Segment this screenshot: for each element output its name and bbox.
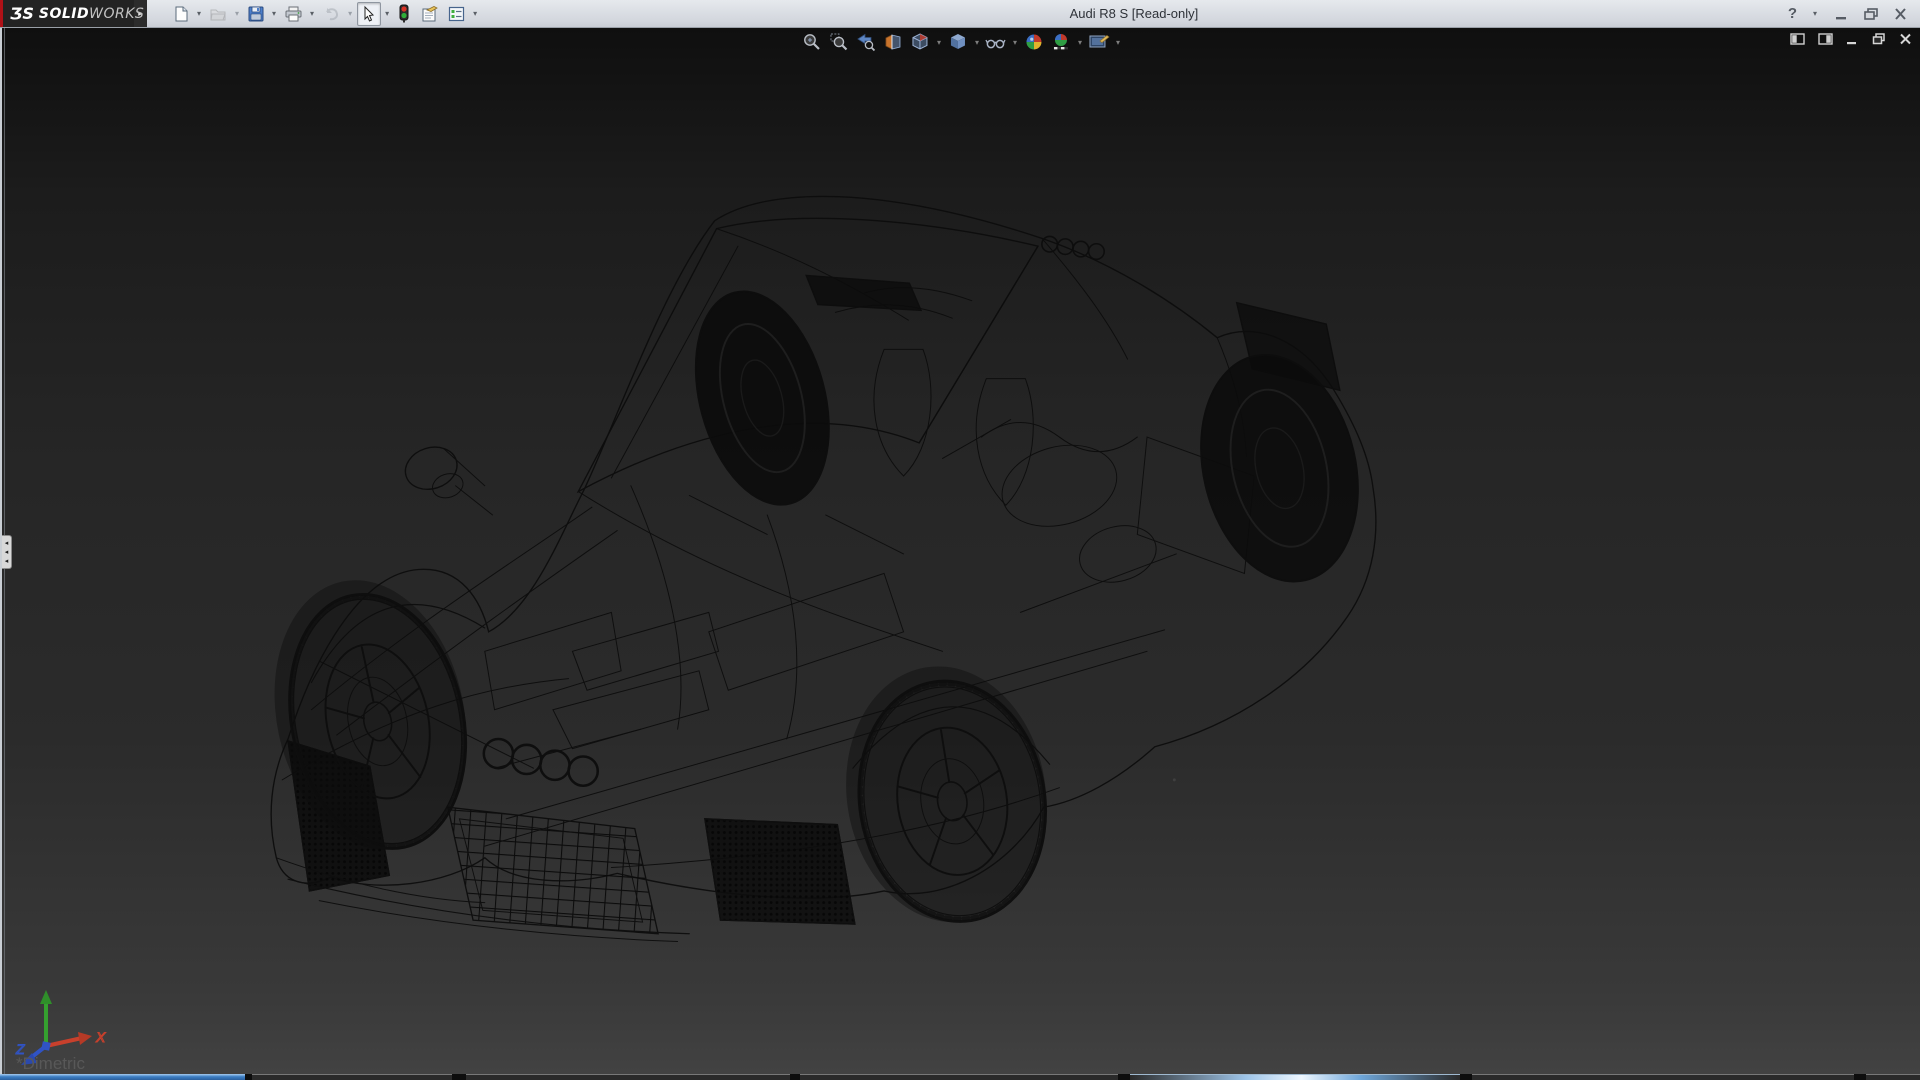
car-wireframe-model [2, 28, 1920, 1074]
open-dropdown: ▾ [233, 9, 242, 18]
help-button[interactable]: ? [1788, 5, 1797, 22]
taskbar-edge [0, 1074, 1920, 1080]
options-checklist-icon [447, 5, 466, 23]
close-button[interactable] [1893, 7, 1908, 21]
save-dropdown[interactable]: ▾ [270, 9, 279, 18]
taskbar-button[interactable] [466, 1074, 790, 1080]
taskbar-button[interactable] [1866, 1074, 1920, 1080]
undo-arrow-icon [322, 5, 341, 23]
help-dropdown[interactable]: ▾ [1811, 9, 1820, 18]
save-button[interactable] [244, 2, 268, 26]
new-dropdown[interactable]: ▾ [195, 9, 204, 18]
taskbar-active-button[interactable] [0, 1074, 245, 1080]
printer-icon [284, 5, 303, 23]
taskbar-button[interactable] [252, 1074, 452, 1080]
minimize-button[interactable] [1834, 7, 1849, 21]
application-titlebar: ƷS SOLIDWORKS ▸ ▾ ▾ [0, 0, 1920, 28]
document-title: Audi R8 S [Read-only] [1070, 6, 1199, 21]
print-dropdown[interactable]: ▾ [308, 9, 317, 18]
logo-red-stripe [0, 0, 3, 27]
cursor-arrow-icon [360, 5, 378, 23]
save-floppy-icon [247, 5, 265, 23]
taskbar-button[interactable] [800, 1074, 1118, 1080]
solidworks-logo: ƷS SOLIDWORKS [0, 0, 134, 27]
undo-button[interactable] [319, 2, 344, 26]
select-dropdown[interactable]: ▾ [383, 9, 392, 18]
view-orientation-label: *Dimetric [16, 1054, 85, 1074]
restore-button[interactable] [1863, 7, 1879, 21]
options-button[interactable] [444, 2, 469, 26]
undo-dropdown: ▾ [346, 9, 355, 18]
rebuild-button[interactable] [394, 2, 414, 26]
triad-x-label: X [95, 1029, 106, 1045]
graphics-area[interactable]: ▾ ▾ ▾ [0, 28, 1920, 1074]
open-button[interactable] [206, 2, 231, 26]
restore-icon [1863, 7, 1879, 21]
file-properties-icon [419, 5, 439, 23]
taskbar-button[interactable] [1130, 1074, 1460, 1080]
close-icon [1893, 7, 1908, 21]
new-document-icon [172, 5, 190, 23]
dassault-3s-icon: ƷS [10, 4, 34, 23]
file-properties-button[interactable] [416, 2, 442, 26]
standard-toolbar: ▾ ▾ ▾ ▾ [147, 0, 480, 27]
options-dropdown[interactable]: ▾ [471, 9, 480, 18]
traffic-light-icon [397, 4, 411, 23]
new-document-button[interactable] [169, 2, 193, 26]
minimize-icon [1834, 7, 1849, 21]
select-tool-button[interactable] [357, 2, 381, 26]
open-folder-icon [209, 5, 228, 23]
taskbar-button[interactable] [1472, 1074, 1854, 1080]
print-button[interactable] [281, 2, 306, 26]
